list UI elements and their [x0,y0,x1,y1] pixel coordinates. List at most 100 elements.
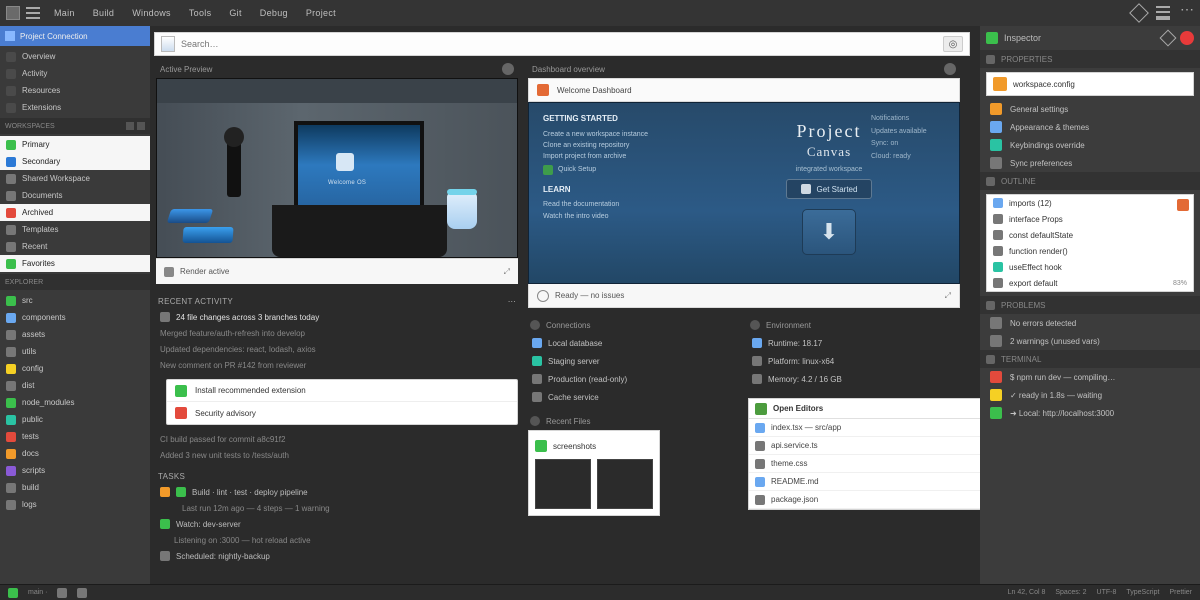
branch-icon[interactable] [8,588,18,598]
file-item[interactable]: logs [0,496,150,513]
app-icon[interactable] [6,6,20,20]
file-item[interactable]: utils [0,343,150,360]
add-icon[interactable] [137,122,145,130]
sec-problems[interactable]: PROBLEMS [980,296,1200,314]
file-item[interactable]: node_modules [0,394,150,411]
config-file-pill[interactable]: workspace.config [986,72,1194,96]
menu-windows[interactable]: Windows [132,8,171,18]
search-input[interactable] [181,39,943,49]
ws-item[interactable]: Primary [0,136,150,153]
file-item[interactable]: config [0,360,150,377]
problem-item[interactable]: No errors detected [980,314,1200,332]
pin-icon[interactable] [1160,30,1177,47]
file-item[interactable]: scripts [0,462,150,479]
feed-menu-icon[interactable]: ⋯ [508,297,516,306]
file-item[interactable]: components [0,309,150,326]
preview-viewport[interactable]: Welcome OS [156,78,518,258]
outline-item[interactable]: imports (12) [987,195,1193,211]
nav-extensions[interactable]: Extensions [0,99,150,116]
search-view-toggle[interactable]: ◎ [943,36,963,52]
hero-cta-pill[interactable]: Get Started [786,179,873,199]
ws-item[interactable]: Templates [0,221,150,238]
hero-download-button[interactable]: ⬇ [802,209,856,255]
hero-chip[interactable]: Quick Setup [543,164,713,175]
hero-link[interactable]: Import project from archive [543,151,713,162]
nav-overview[interactable]: Overview [0,48,150,65]
file-item[interactable]: src [0,292,150,309]
thumbnail[interactable] [535,459,591,509]
ws-item[interactable]: Archived [0,204,150,221]
indent-mode[interactable]: Spaces: 2 [1055,589,1086,596]
task-item[interactable]: Watch: dev-server [156,516,518,532]
prop-link[interactable]: Sync preferences [980,154,1200,172]
menu-git[interactable]: Git [229,8,241,18]
file-item[interactable]: dist [0,377,150,394]
layout-icon[interactable] [1156,6,1170,20]
section-head-explorer[interactable]: EXPLORER [0,274,150,290]
menu-build[interactable]: Build [93,8,115,18]
menu-tools[interactable]: Tools [189,8,212,18]
menu-debug[interactable]: Debug [260,8,288,18]
cursor-pos[interactable]: Ln 42, Col 8 [1008,589,1046,596]
conn-item[interactable]: Staging server [528,352,738,370]
outline-item[interactable]: export default83% [987,275,1193,291]
sidebar-tab[interactable]: Project Connection [0,26,150,46]
menu-main[interactable]: Main [54,8,75,18]
prop-link[interactable]: Appearance & themes [980,118,1200,136]
conn-item[interactable]: Production (read-only) [528,370,738,388]
formatter[interactable]: Prettier [1169,589,1192,596]
record-icon[interactable] [1180,31,1194,45]
thumbnail[interactable] [597,459,653,509]
ws-item[interactable]: Shared Workspace [0,170,150,187]
file-item[interactable]: assets [0,326,150,343]
outline-item[interactable]: const defaultState [987,227,1193,243]
preview-expand-icon[interactable]: ⤢ [504,267,510,277]
hero-side-item[interactable]: Cloud: ready [871,151,951,164]
more-icon[interactable] [1180,6,1194,20]
status-chip[interactable] [57,588,67,598]
feed-line[interactable]: Merged feature/auth-refresh into develop [156,325,518,341]
feed-line[interactable]: Added 3 new unit tests to /tests/auth [156,447,518,463]
section-head-workspaces[interactable]: WORKSPACES [0,118,150,134]
sec-outline[interactable]: OUTLINE [980,172,1200,190]
search-context-icon[interactable] [161,36,175,52]
hero-side-item[interactable]: Sync: on [871,138,951,151]
hero-expand-icon[interactable]: ⤢ [945,291,951,301]
nav-resources[interactable]: Resources [0,82,150,99]
file-item[interactable]: docs [0,445,150,462]
outline-item[interactable]: function render() [987,243,1193,259]
outline-item[interactable]: useEffect hook [987,259,1193,275]
status-chip[interactable] [77,588,87,598]
feed-line[interactable]: New comment on PR #142 from reviewer [156,357,518,373]
file-item[interactable]: public [0,411,150,428]
file-item[interactable]: tests [0,428,150,445]
hero-link[interactable]: Watch the intro video [543,211,713,222]
prop-link[interactable]: Keybindings override [980,136,1200,154]
ws-item[interactable]: Recent [0,238,150,255]
task-item[interactable]: Build · lint · test · deploy pipeline [156,484,518,500]
branch-label[interactable]: main · [28,589,47,596]
chev-icon[interactable] [750,320,760,330]
chev-icon[interactable] [530,320,540,330]
conn-item[interactable]: Local database [528,334,738,352]
preview-settings-icon[interactable] [502,63,514,75]
collapse-icon[interactable] [126,122,134,130]
recommend-item[interactable]: Install recommended extension [167,380,517,402]
hero-link[interactable]: Create a new workspace instance [543,129,713,140]
hero-side-item[interactable]: Updates available [871,126,951,139]
conn-item[interactable]: Cache service [528,388,738,406]
sec-terminal[interactable]: TERMINAL [980,350,1200,368]
ws-item[interactable]: Favorites [0,255,150,272]
hamburger-icon[interactable] [26,7,40,19]
ws-item[interactable]: Secondary [0,153,150,170]
outline-item[interactable]: interface Props [987,211,1193,227]
ws-item[interactable]: Documents [0,187,150,204]
prop-link[interactable]: General settings [980,100,1200,118]
sync-icon[interactable] [1129,3,1149,23]
encoding[interactable]: UTF-8 [1097,589,1117,596]
recommend-item[interactable]: Security advisory [167,402,517,424]
hero-link[interactable]: Read the documentation [543,199,713,210]
close-icon[interactable] [1177,199,1189,211]
file-item[interactable]: build [0,479,150,496]
menu-project[interactable]: Project [306,8,336,18]
